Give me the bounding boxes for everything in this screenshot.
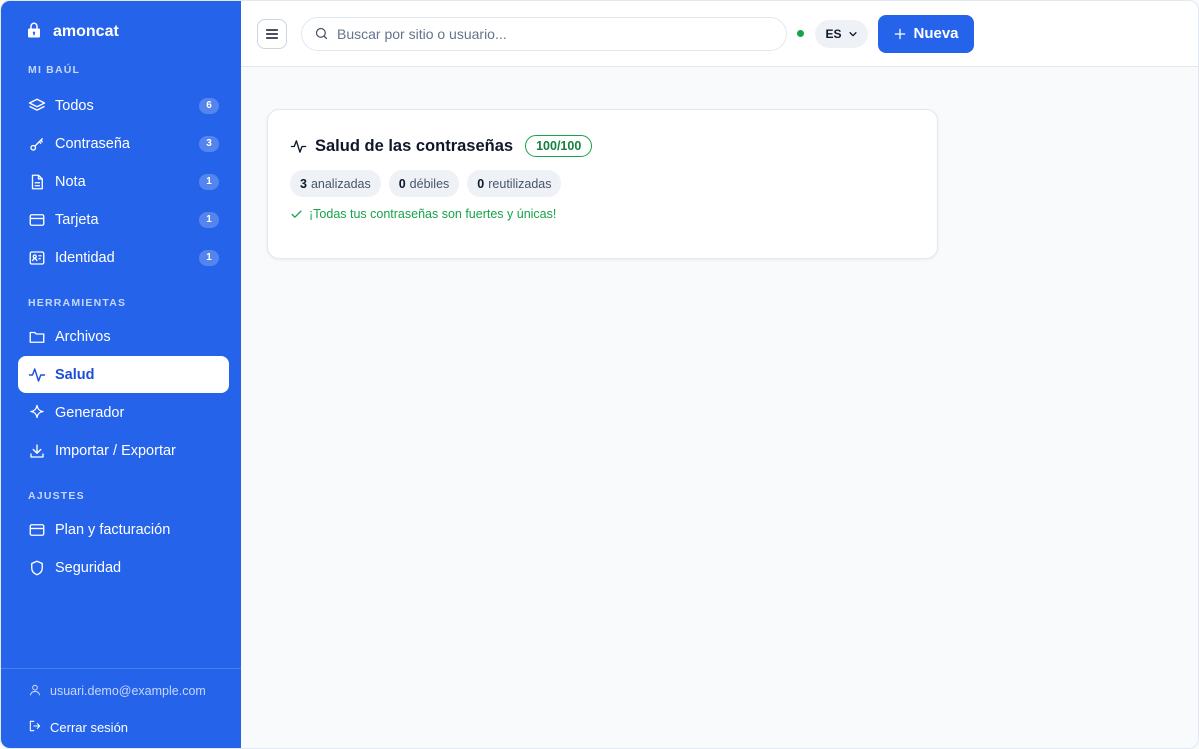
sidebar-item-label: Seguridad: [55, 559, 122, 576]
section-label-vault: MI BAÚL: [28, 64, 81, 76]
sidebar-item-generador[interactable]: Generador: [18, 394, 229, 431]
stats-chips: 3 analizadas 0 débiles 0 reutilizadas: [290, 170, 915, 197]
sidebar-item-identidad[interactable]: Identidad 1: [18, 239, 229, 276]
key-icon: [28, 135, 46, 153]
id-card-icon: [28, 249, 46, 267]
logout-icon: [28, 719, 42, 736]
stat-label: débiles: [409, 176, 450, 191]
topbar: ES Nueva: [241, 1, 1198, 67]
vault-nav: Todos 6 Contraseña 3 Nota 1 Tarjeta 1 Id…: [1, 87, 241, 277]
plus-icon: [893, 27, 907, 41]
score-badge: 100/100: [525, 135, 593, 157]
sidebar-item-label: Plan y facturación: [55, 521, 171, 538]
sidebar-item-todos[interactable]: Todos 6: [18, 87, 229, 124]
menu-toggle-button[interactable]: [257, 18, 287, 49]
sidebar-item-label: Identidad: [55, 249, 115, 266]
logout-label: Cerrar sesión: [50, 719, 129, 735]
count-badge: 3: [199, 135, 219, 152]
status-dot: [797, 30, 804, 37]
search-icon: [314, 26, 337, 41]
count-badge: 1: [199, 211, 219, 228]
brand-name: amoncat: [53, 23, 119, 40]
check-icon: [290, 208, 303, 221]
sidebar-item-label: Generador: [55, 404, 125, 421]
user-email: usuari.demo@example.com: [50, 684, 206, 698]
sidebar-item-label: Nota: [55, 173, 86, 190]
stat-label: reutilizadas: [488, 176, 552, 191]
sidebar-footer: usuari.demo@example.com Cerrar sesión: [1, 668, 241, 748]
sidebar-item-label: Importar / Exportar: [55, 442, 176, 459]
card-icon: [28, 211, 46, 229]
card-icon: [28, 521, 46, 539]
search-box: [301, 16, 787, 51]
language-select[interactable]: ES: [815, 19, 868, 48]
count-badge: 1: [199, 249, 219, 266]
layers-icon: [28, 97, 46, 115]
user-account[interactable]: usuari.demo@example.com: [1, 673, 241, 709]
sidebar-item-label: Archivos: [55, 328, 111, 345]
section-label-settings: AJUSTES: [28, 490, 85, 502]
logout-button[interactable]: Cerrar sesión: [1, 709, 241, 745]
sidebar-item-label: Salud: [55, 366, 95, 383]
new-item-label: Nueva: [913, 25, 959, 42]
lock-icon: [25, 21, 43, 44]
tools-nav: Archivos Salud Generador Importar / Expo…: [1, 318, 241, 470]
stat-chip-reused: 0 reutilizadas: [467, 170, 562, 197]
search-input[interactable]: [337, 25, 774, 42]
user-icon: [28, 683, 42, 700]
sparkle-icon: [28, 404, 46, 422]
stat-value: 0: [477, 176, 485, 191]
sidebar-item-nota[interactable]: Nota 1: [18, 163, 229, 200]
shield-icon: [28, 559, 46, 577]
folder-icon: [28, 328, 46, 346]
chevron-down-icon: [848, 29, 858, 39]
stat-label: analizadas: [310, 176, 371, 191]
sidebar-item-seguridad[interactable]: Seguridad: [18, 549, 229, 586]
stat-value: 0: [398, 176, 406, 191]
section-label-tools: HERRAMIENTAS: [28, 297, 127, 309]
sidebar-item-label: Contraseña: [55, 135, 130, 152]
count-badge: 6: [199, 97, 219, 114]
menu-icon: [264, 26, 280, 42]
sidebar-item-importar-exportar[interactable]: Importar / Exportar: [18, 432, 229, 469]
card-header: Salud de las contraseñas 100/100: [290, 134, 915, 158]
download-icon: [28, 442, 46, 460]
new-item-button[interactable]: Nueva: [878, 14, 974, 53]
settings-nav: Plan y facturación Seguridad: [1, 511, 241, 587]
sidebar-item-contrasena[interactable]: Contraseña 3: [18, 125, 229, 162]
sidebar: amoncat MI BAÚL Todos 6 Contraseña 3 Not…: [1, 1, 241, 748]
count-badge: 1: [199, 173, 219, 190]
sidebar-item-label: Todos: [55, 97, 94, 114]
stat-value: 3: [300, 176, 307, 191]
activity-icon: [290, 138, 307, 155]
status-text: ¡Todas tus contraseñas son fuertes y úni…: [309, 207, 557, 221]
note-icon: [28, 173, 46, 191]
sidebar-item-archivos[interactable]: Archivos: [18, 318, 229, 355]
password-health-card: Salud de las contraseñas 100/100 3 anali…: [267, 109, 938, 259]
app-window: amoncat MI BAÚL Todos 6 Contraseña 3 Not…: [0, 0, 1199, 749]
sidebar-item-salud[interactable]: Salud: [18, 356, 229, 393]
card-title: Salud de las contraseñas: [315, 136, 514, 155]
health-status-message: ¡Todas tus contraseñas son fuertes y úni…: [290, 207, 915, 221]
sidebar-item-plan-facturacion[interactable]: Plan y facturación: [18, 511, 229, 548]
activity-icon: [28, 366, 46, 384]
sidebar-item-tarjeta[interactable]: Tarjeta 1: [18, 201, 229, 238]
stat-chip-analyzed: 3 analizadas: [290, 170, 381, 197]
main-area: ES Nueva Salud de las contraseñas 100/10…: [241, 1, 1198, 748]
language-value: ES: [825, 26, 842, 41]
stat-chip-weak: 0 débiles: [388, 170, 460, 197]
brand[interactable]: amoncat: [1, 1, 241, 63]
sidebar-item-label: Tarjeta: [55, 211, 99, 228]
